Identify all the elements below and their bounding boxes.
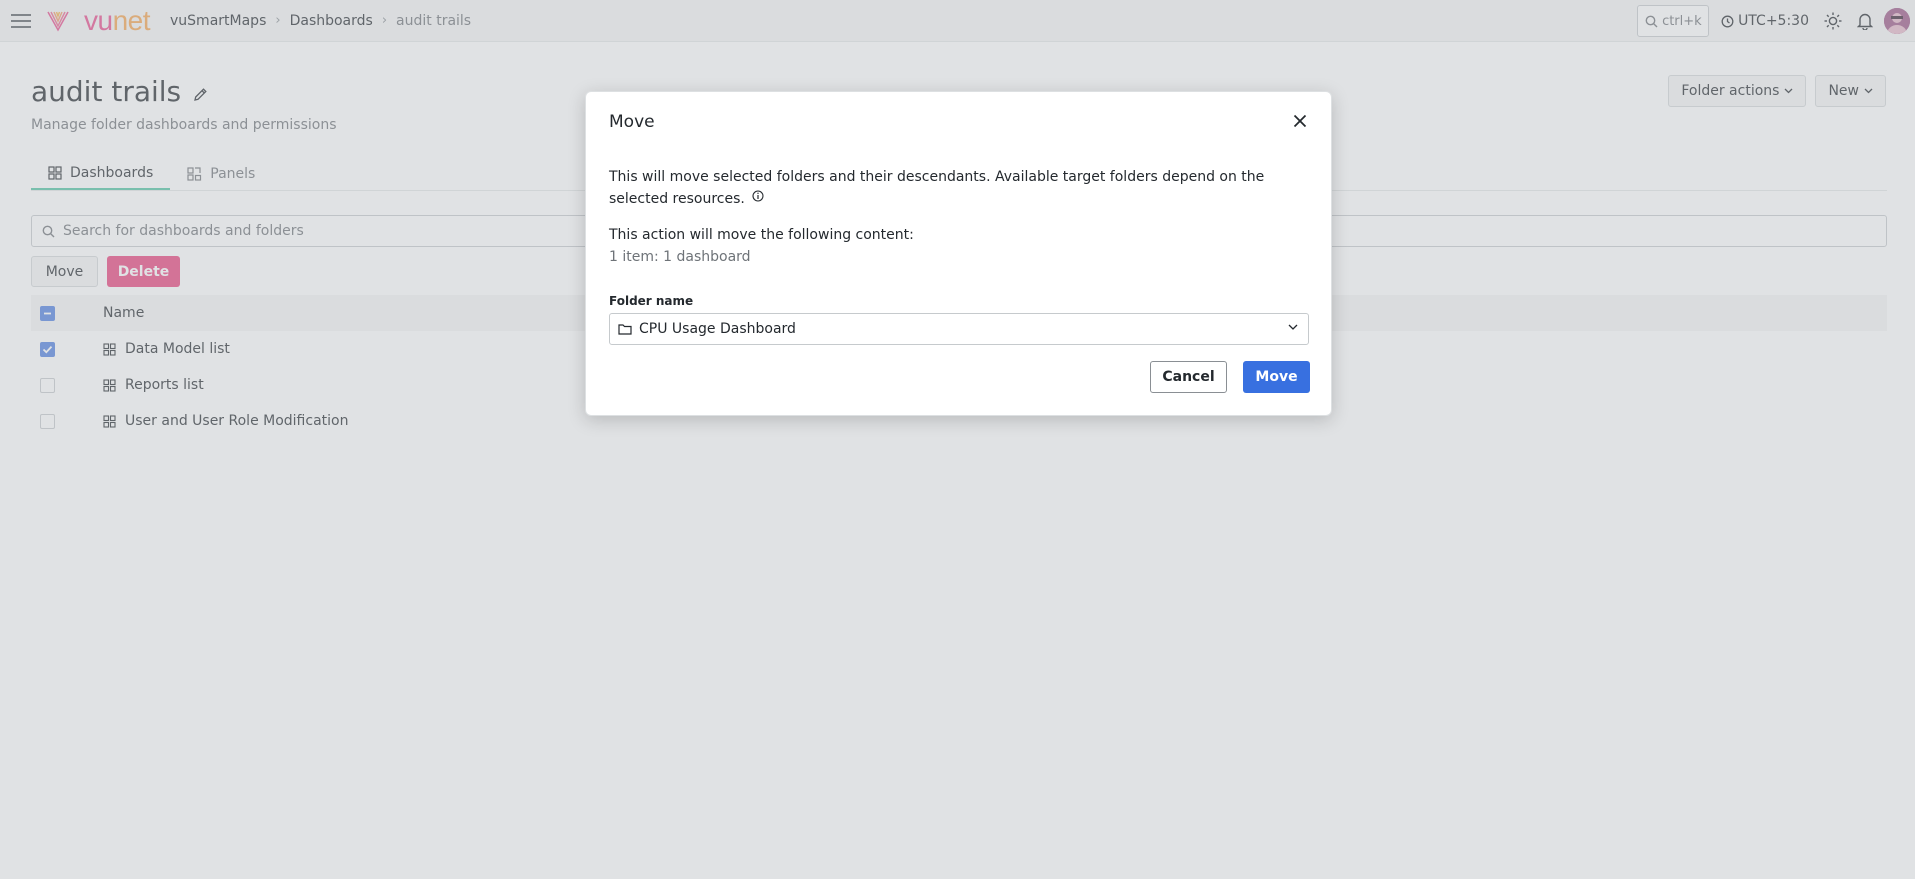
confirm-move-button[interactable]: Move xyxy=(1243,361,1310,393)
dialog-item-count: 1 item: 1 dashboard xyxy=(609,249,751,265)
folder-name-value: CPU Usage Dashboard xyxy=(639,321,796,337)
dialog-description: This will move selected folders and thei… xyxy=(609,166,1299,210)
info-tooltip-trigger[interactable] xyxy=(752,187,764,209)
folder-icon xyxy=(618,324,632,335)
info-icon xyxy=(752,190,764,202)
close-dialog-button[interactable] xyxy=(1289,110,1311,132)
folder-name-label: Folder name xyxy=(609,294,694,308)
dialog-action-text: This action will move the following cont… xyxy=(609,227,914,243)
folder-name-select[interactable]: CPU Usage Dashboard xyxy=(609,313,1309,345)
dialog-description-text: This will move selected folders and thei… xyxy=(609,169,1265,207)
move-dialog: Move This will move selected folders and… xyxy=(585,91,1332,416)
close-icon xyxy=(1293,114,1307,128)
cancel-button[interactable]: Cancel xyxy=(1150,361,1227,393)
chevron-down-icon xyxy=(1288,324,1298,330)
dialog-title: Move xyxy=(609,112,655,132)
